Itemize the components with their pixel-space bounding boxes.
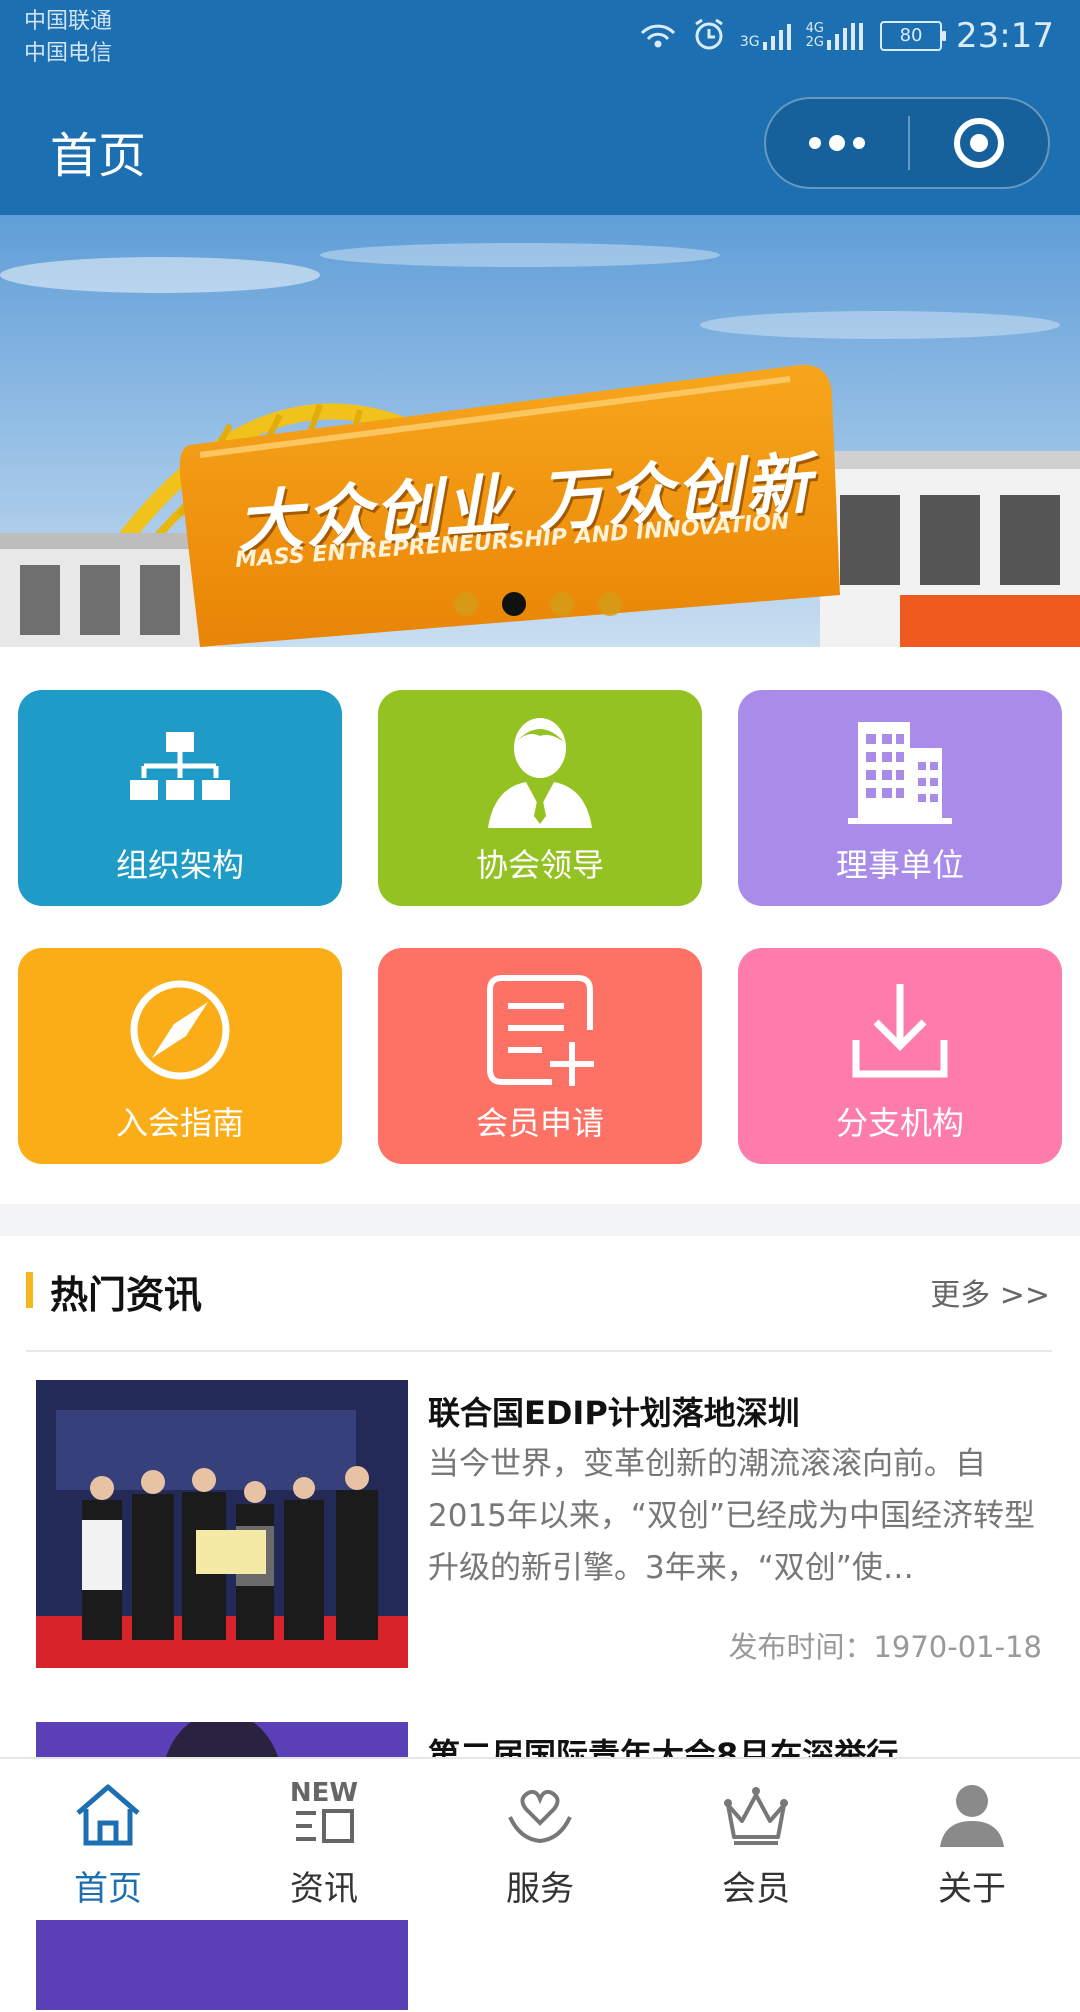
news-summary: 当今世界，变革创新的潮流滚滚向前。自2015年以来，“双创”已经成为中国经济转型… <box>428 1446 1036 1586</box>
tab-label: 服务 <box>506 1869 574 1909</box>
carrier-info: 中国联通 中国电信 <box>24 6 112 70</box>
top-bar: 中国联通 中国电信 3G 4G 2G 80 23:17 首页 <box>0 0 1080 215</box>
tab-about[interactable]: 关于 <box>864 1759 1080 1920</box>
network-label-2: 4G <box>805 21 825 36</box>
application-icon <box>487 975 594 1086</box>
tile-label: 组织架构 <box>115 846 244 884</box>
tile-label: 会员申请 <box>475 1104 604 1142</box>
tab-member[interactable]: 会员 <box>648 1759 864 1920</box>
more-button[interactable] <box>766 99 908 187</box>
building-icon <box>848 722 952 824</box>
page-title: 首页 <box>50 128 147 184</box>
network-label-1: 3G <box>739 34 760 50</box>
section-accent-bar <box>26 1272 33 1308</box>
carousel-dot[interactable] <box>550 592 574 616</box>
leader-icon <box>488 718 592 828</box>
more-link[interactable]: 更多 >> <box>930 1270 1050 1314</box>
tab-label: 首页 <box>74 1869 142 1909</box>
tile-label: 入会指南 <box>115 1104 244 1142</box>
tile-member-application[interactable]: 会员申请 <box>378 948 702 1164</box>
news-icon: NEW <box>288 1779 360 1851</box>
banner-carousel[interactable] <box>0 215 1080 647</box>
alarm-icon <box>692 17 726 55</box>
compass-icon <box>130 980 230 1080</box>
news-date-value: 1970-01-18 <box>873 1630 1042 1664</box>
carousel-dot-active[interactable] <box>502 592 526 616</box>
org-chart-icon <box>130 732 230 800</box>
carousel-dot[interactable] <box>454 592 478 616</box>
tile-branches[interactable]: 分支机构 <box>738 948 1062 1164</box>
tab-service[interactable]: 服务 <box>432 1759 648 1920</box>
download-icon <box>852 984 948 1078</box>
signal-3g-icon: 3G <box>740 22 792 50</box>
person-icon <box>940 1785 1004 1847</box>
more-dots-icon <box>809 135 865 151</box>
bottom-tab-bar: 首页 NEW 资讯 服务 会员 关于 <box>0 1757 1080 1920</box>
home-icon <box>76 1784 140 1846</box>
tile-organization[interactable]: 组织架构 <box>18 690 342 906</box>
news-title: 联合国EDIP计划落地深圳 <box>428 1394 800 1432</box>
tile-join-guide[interactable]: 入会指南 <box>18 948 342 1164</box>
new-badge: NEW <box>289 1778 359 1808</box>
tab-label: 资讯 <box>290 1869 358 1909</box>
status-time: 23:17 <box>956 16 1054 56</box>
tab-news[interactable]: NEW 资讯 <box>216 1759 432 1920</box>
tab-label: 关于 <box>938 1869 1006 1909</box>
tile-label: 理事单位 <box>835 846 964 884</box>
carrier-1: 中国联通 <box>24 9 113 34</box>
miniprogram-capsule <box>764 97 1050 189</box>
crown-icon <box>724 1787 788 1845</box>
service-icon <box>508 1789 572 1844</box>
news-date: 发布时间：1970-01-18 <box>728 1624 1042 1666</box>
section-separator <box>26 1350 1052 1352</box>
tile-label: 协会领导 <box>475 846 604 884</box>
wifi-icon <box>638 17 678 55</box>
news-thumbnail <box>36 1380 408 1668</box>
carrier-2: 中国电信 <box>24 41 113 66</box>
battery-indicator: 80 <box>880 21 947 51</box>
status-icons: 3G 4G 2G 80 23:17 <box>624 12 1054 60</box>
carousel-dot[interactable] <box>598 592 622 616</box>
carousel-dots <box>454 592 646 616</box>
news-date-label: 发布时间： <box>728 1630 874 1664</box>
tab-label: 会员 <box>722 1869 790 1909</box>
close-button[interactable] <box>910 99 1048 187</box>
tile-council-units[interactable]: 理事单位 <box>738 690 1062 906</box>
banner-image <box>0 215 1080 647</box>
tab-home[interactable]: 首页 <box>0 1759 216 1920</box>
signal-4g-icon: 4G 2G <box>806 22 866 50</box>
news-item[interactable]: 联合国EDIP计划落地深圳 当今世界，变革创新的潮流滚滚向前。自2015年以来，… <box>0 1380 1080 1670</box>
network-label-3: 2G <box>805 35 825 50</box>
tile-leaders[interactable]: 协会领导 <box>378 690 702 906</box>
section-title: 热门资讯 <box>50 1273 203 1317</box>
section-divider <box>0 1204 1080 1236</box>
close-circle-icon <box>954 118 1004 168</box>
tile-label: 分支机构 <box>835 1104 964 1142</box>
